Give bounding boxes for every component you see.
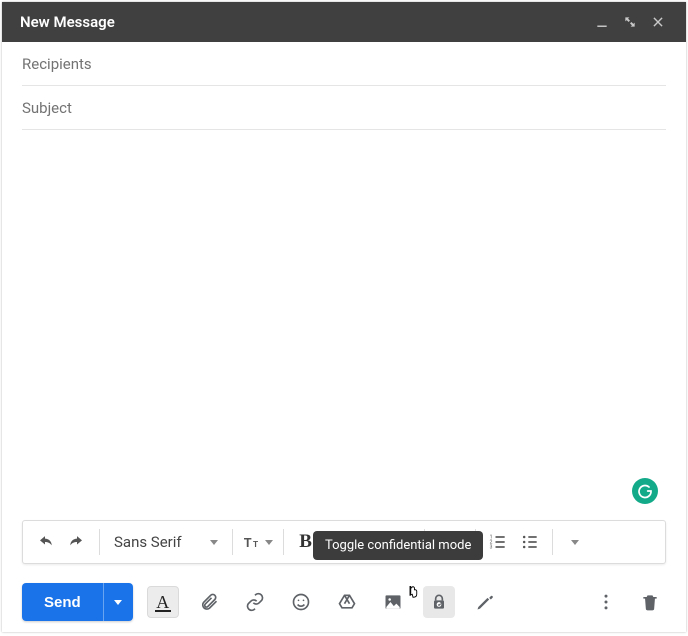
message-body[interactable]	[2, 130, 686, 520]
window-title: New Message	[20, 13, 588, 31]
send-group: Send	[22, 583, 133, 621]
header-fields: Recipients Subject	[2, 42, 686, 130]
recipients-field[interactable]: Recipients	[22, 42, 666, 86]
titlebar: New Message	[2, 2, 686, 42]
separator	[552, 529, 553, 555]
bulleted-list-button[interactable]	[514, 526, 546, 558]
chevron-down-icon	[210, 540, 218, 545]
more-formatting-button[interactable]	[559, 526, 591, 558]
chevron-down-icon	[571, 540, 579, 545]
chevron-down-icon	[114, 600, 122, 605]
minimize-button[interactable]	[588, 8, 616, 36]
insert-signature-button[interactable]	[469, 586, 501, 618]
fullscreen-button[interactable]	[616, 8, 644, 36]
send-button[interactable]: Send	[22, 583, 103, 621]
redo-button[interactable]	[61, 526, 93, 558]
send-options-button[interactable]	[103, 583, 133, 621]
subject-field[interactable]: Subject	[22, 86, 666, 130]
insert-emoji-button[interactable]	[285, 586, 317, 618]
undo-button[interactable]	[29, 526, 61, 558]
svg-text:T: T	[253, 539, 258, 549]
separator	[232, 529, 233, 555]
grammarly-button[interactable]	[632, 478, 658, 504]
close-button[interactable]	[644, 8, 672, 36]
tooltip: Toggle confidential mode	[313, 531, 483, 560]
discard-draft-button[interactable]	[634, 586, 666, 618]
font-size-button[interactable]: TT	[239, 526, 277, 558]
svg-text:T: T	[243, 536, 251, 550]
separator	[99, 529, 100, 555]
more-options-button[interactable]	[590, 586, 622, 618]
attach-file-button[interactable]	[193, 586, 225, 618]
confidential-mode-button[interactable]	[423, 586, 455, 618]
subject-placeholder: Subject	[22, 99, 72, 117]
formatting-toggle-button[interactable]: A	[147, 586, 179, 618]
insert-drive-button[interactable]	[331, 586, 363, 618]
chevron-down-icon	[265, 540, 273, 545]
action-bar: Send A	[2, 572, 686, 632]
recipients-placeholder: Recipients	[22, 55, 92, 73]
font-family-select[interactable]: Sans Serif	[106, 526, 226, 558]
numbered-list-button[interactable]: 123	[482, 526, 514, 558]
svg-text:3: 3	[489, 545, 492, 551]
insert-link-button[interactable]	[239, 586, 271, 618]
font-family-label: Sans Serif	[114, 533, 182, 551]
insert-photo-button[interactable]	[377, 586, 409, 618]
separator	[283, 529, 284, 555]
